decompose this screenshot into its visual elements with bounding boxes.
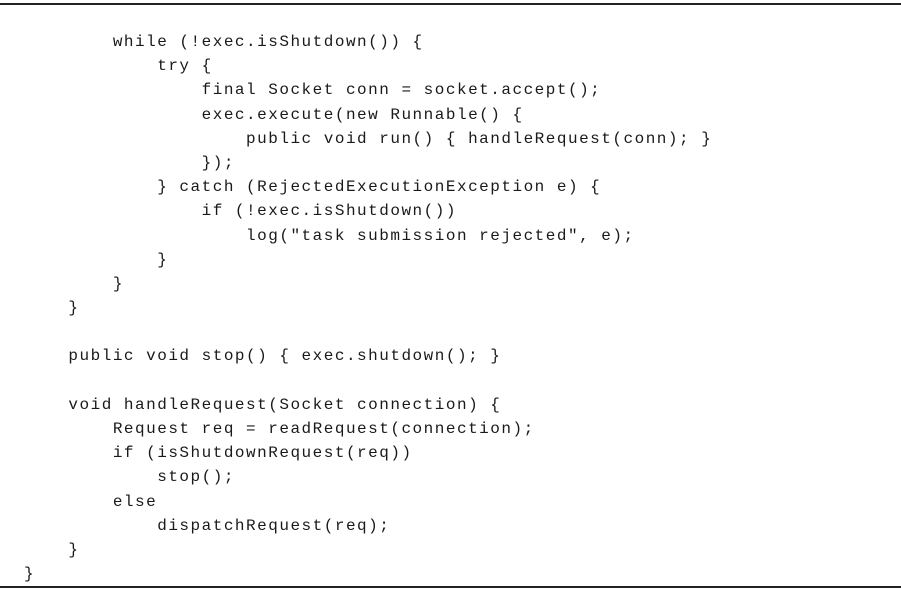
code-line: void handleRequest(Socket connection) { <box>24 395 502 414</box>
code-line: public void stop() { exec.shutdown(); } <box>24 347 502 366</box>
code-line: final Socket conn = socket.accept(); <box>24 81 602 100</box>
code-line: dispatchRequest(req); <box>24 516 391 535</box>
top-rule <box>0 3 901 5</box>
code-line: if (isShutdownRequest(req)) <box>24 444 413 463</box>
code-line: log("task submission rejected", e); <box>24 226 635 245</box>
code-line: while (!exec.isShutdown()) { <box>24 33 424 51</box>
code-line: } <box>24 274 124 293</box>
code-line: if (!exec.isShutdown()) <box>24 202 457 221</box>
code-line: }); <box>24 153 235 172</box>
code-line: else <box>24 492 158 511</box>
code-line: Request req = readRequest(connection); <box>24 420 535 438</box>
code-line: } <box>24 540 80 559</box>
code-line: public void run() { handleRequest(conn);… <box>24 129 713 148</box>
code-line: } <box>24 565 36 584</box>
code-line: } <box>24 299 80 318</box>
code-line: try { <box>24 57 213 76</box>
code-line: exec.execute(new Runnable() { <box>24 105 524 124</box>
code-listing: while (!exec.isShutdown()) { try { final… <box>24 30 712 586</box>
code-line: } catch (RejectedExecutionException e) { <box>24 178 602 197</box>
code-line: } <box>24 250 169 269</box>
bottom-rule <box>0 586 901 588</box>
code-line: stop(); <box>24 468 235 487</box>
